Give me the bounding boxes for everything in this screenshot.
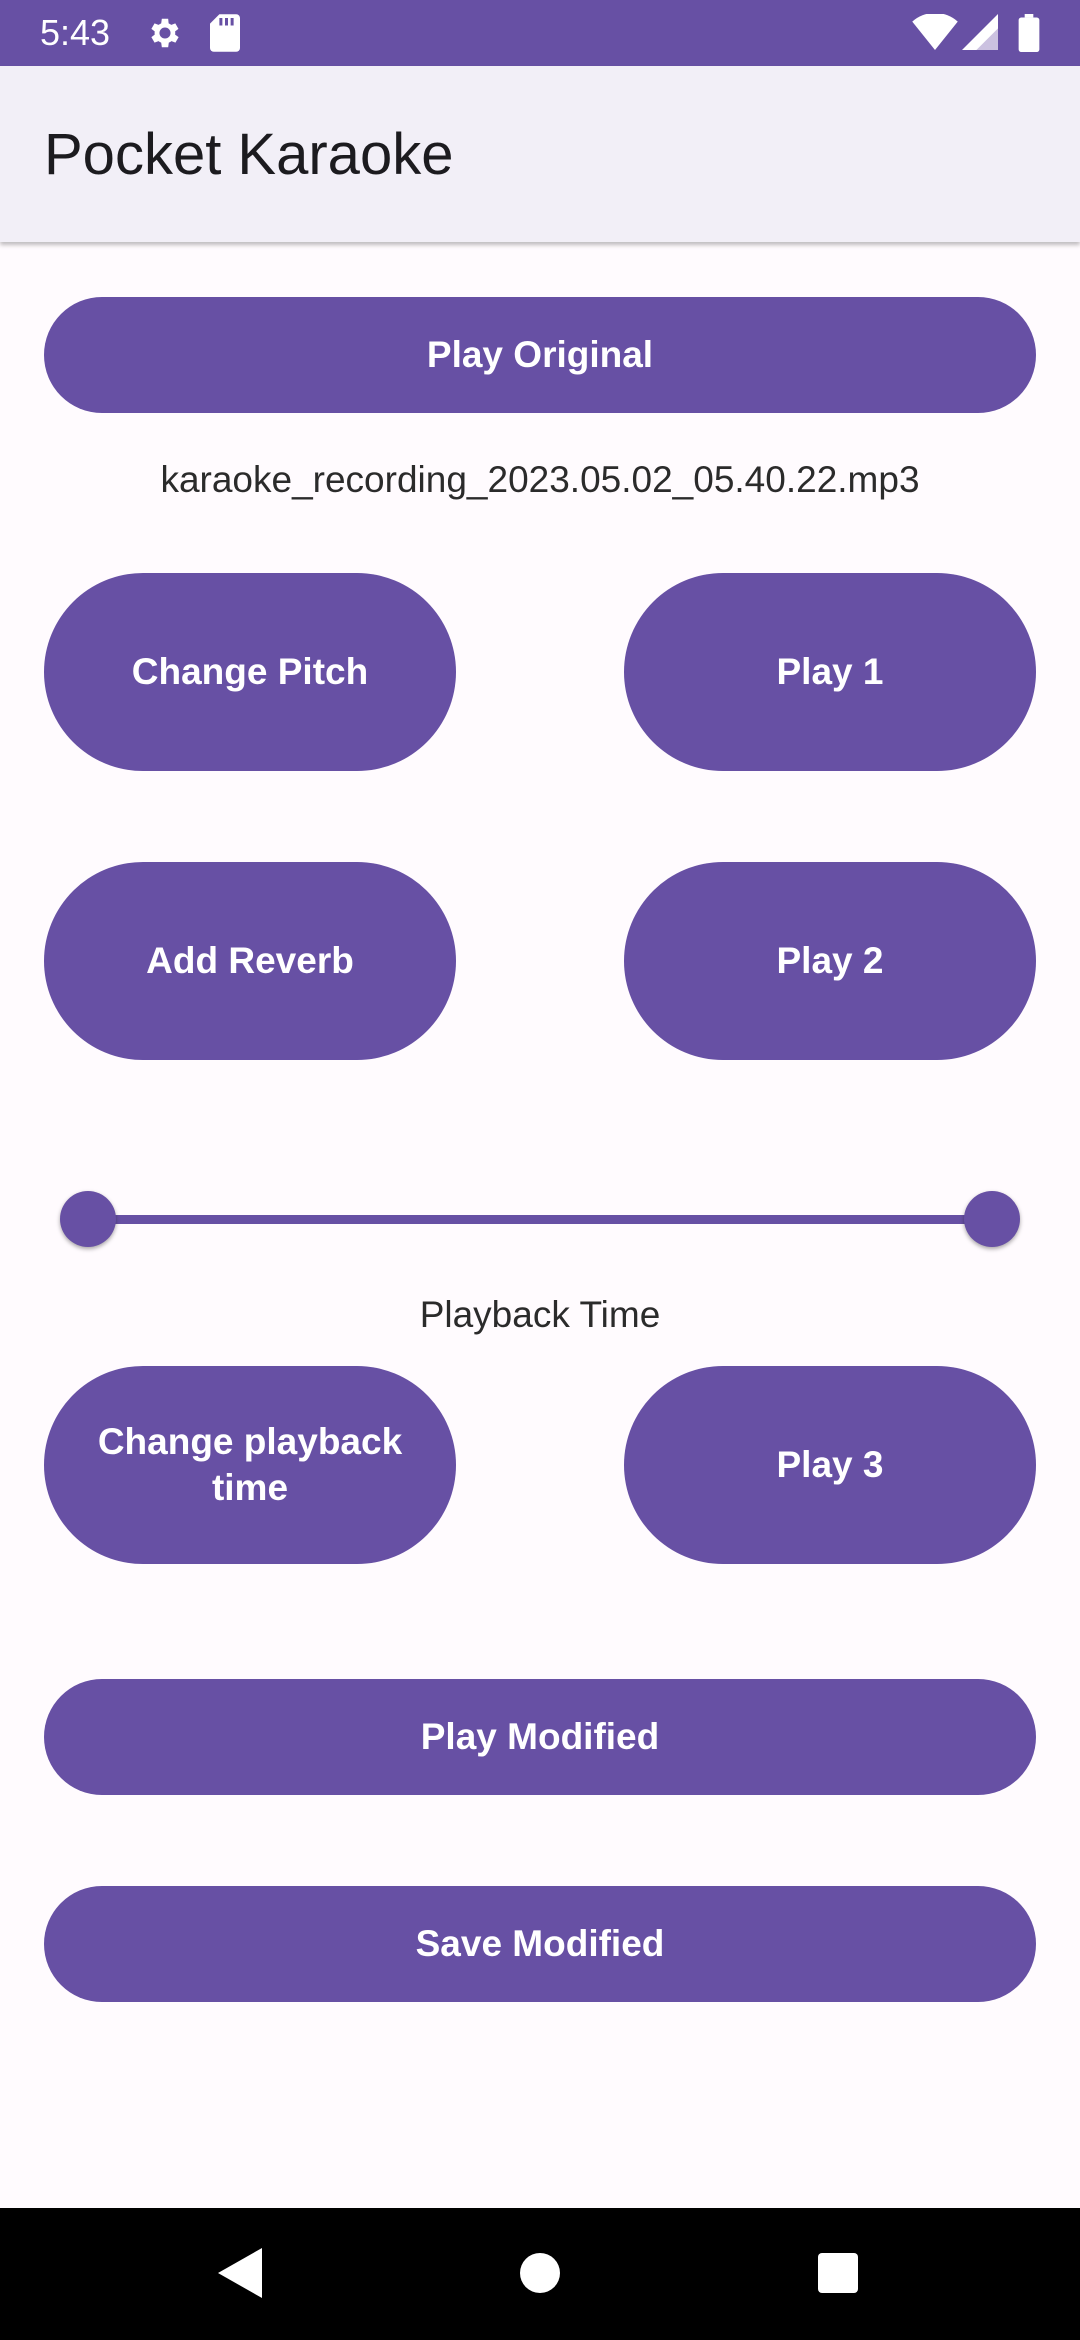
save-modified-button[interactable]: Save Modified bbox=[44, 1886, 1036, 2002]
navigation-bar bbox=[0, 2208, 1080, 2340]
play-3-button[interactable]: Play 3 bbox=[624, 1366, 1036, 1564]
home-icon[interactable] bbox=[518, 2248, 562, 2303]
play-original-button[interactable]: Play Original bbox=[44, 297, 1036, 413]
slider-track[interactable] bbox=[88, 1215, 992, 1224]
slider-end-thumb[interactable] bbox=[964, 1191, 1020, 1247]
status-time: 5:43 bbox=[40, 12, 111, 53]
playback-time-label: Playback Time bbox=[419, 1294, 661, 1335]
signal-icon bbox=[962, 14, 998, 55]
battery-icon bbox=[1018, 14, 1040, 57]
play-1-button[interactable]: Play 1 bbox=[624, 573, 1036, 771]
sd-card-icon bbox=[210, 14, 240, 57]
recents-icon[interactable] bbox=[816, 2248, 860, 2303]
slider-start-thumb[interactable] bbox=[60, 1191, 116, 1247]
change-playback-time-button[interactable]: Change playback time bbox=[44, 1366, 456, 1564]
recording-filename: karaoke_recording_2023.05.02_05.40.22.mp… bbox=[160, 459, 920, 500]
app-title: Pocket Karaoke bbox=[44, 122, 454, 187]
wifi-icon bbox=[912, 12, 958, 55]
add-reverb-button[interactable]: Add Reverb bbox=[44, 862, 456, 1060]
status-bar: 5:43 bbox=[0, 0, 1080, 66]
app-bar: Pocket Karaoke bbox=[0, 66, 1080, 242]
change-pitch-button[interactable]: Change Pitch bbox=[44, 573, 456, 771]
back-icon[interactable] bbox=[218, 2248, 262, 2303]
play-modified-button[interactable]: Play Modified bbox=[44, 1679, 1036, 1795]
play-2-button[interactable]: Play 2 bbox=[624, 862, 1036, 1060]
gear-icon bbox=[146, 14, 184, 57]
